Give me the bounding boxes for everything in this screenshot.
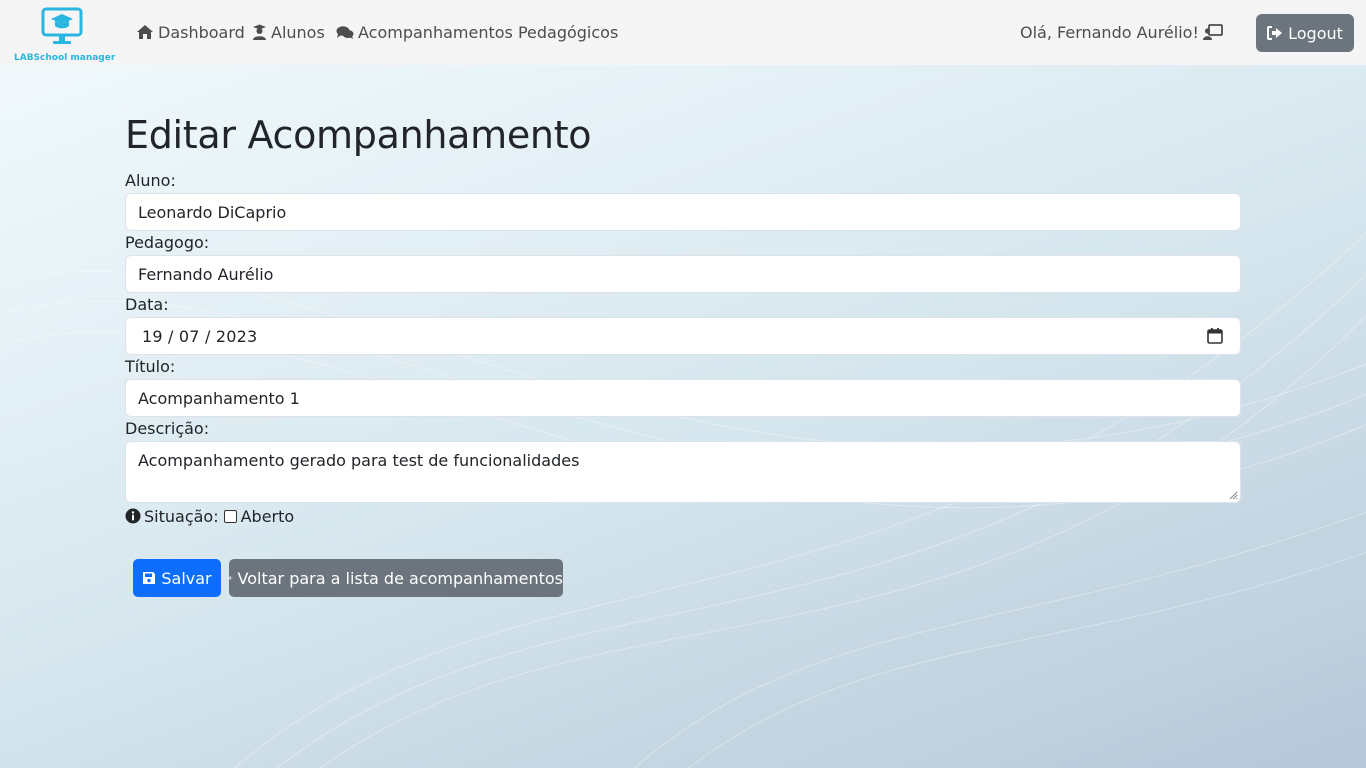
pedagogo-label: Pedagogo: bbox=[125, 233, 210, 252]
nav-alunos[interactable]: Alunos bbox=[252, 21, 325, 43]
aluno-label: Aluno: bbox=[125, 171, 176, 190]
situacao-checkbox[interactable] bbox=[223, 509, 237, 523]
info-circle-icon bbox=[125, 508, 141, 524]
comments-icon bbox=[336, 25, 354, 39]
brand-logo-link[interactable]: LABSchool manager bbox=[14, 5, 116, 63]
back-to-list-button[interactable]: Voltar para a lista de acompanhamentos bbox=[229, 559, 563, 597]
logout-button[interactable]: Logout bbox=[1256, 14, 1354, 52]
situacao-option-label[interactable]: Aberto bbox=[241, 507, 295, 526]
resize-handle-icon[interactable] bbox=[1229, 491, 1238, 500]
nav-alunos-label: Alunos bbox=[271, 22, 325, 42]
pedagogo-value: Fernando Aurélio bbox=[138, 264, 274, 284]
back-label: Voltar para a lista de acompanhamentos bbox=[237, 568, 563, 588]
brand-name: LABSchool manager bbox=[14, 53, 116, 63]
nav-dashboard[interactable]: Dashboard bbox=[136, 21, 245, 43]
calendar-icon[interactable] bbox=[1207, 327, 1223, 344]
chalkboard-user-icon bbox=[1202, 24, 1223, 40]
house-icon bbox=[137, 25, 153, 39]
aluno-field[interactable]: Leonardo DiCaprio bbox=[125, 193, 1241, 231]
navbar: LABSchool manager Dashboard Alunos Acomp… bbox=[0, 0, 1366, 65]
titulo-value: Acompanhamento 1 bbox=[138, 388, 300, 408]
titulo-field[interactable]: Acompanhamento 1 bbox=[125, 379, 1241, 417]
situacao-row: Situação: Aberto bbox=[125, 506, 294, 526]
logout-label: Logout bbox=[1288, 23, 1343, 43]
greeting-text: Olá, Fernando Aurélio! bbox=[1020, 22, 1199, 42]
pedagogo-field[interactable]: Fernando Aurélio bbox=[125, 255, 1241, 293]
laptop-graduation-cap-icon bbox=[41, 7, 83, 44]
situacao-label: Situação: bbox=[144, 506, 219, 526]
nav-acompanhamentos-label: Acompanhamentos Pedagógicos bbox=[358, 22, 619, 42]
save-label: Salvar bbox=[161, 568, 212, 588]
save-button[interactable]: Salvar bbox=[133, 559, 221, 597]
nav-acompanhamentos[interactable]: Acompanhamentos Pedagógicos bbox=[336, 21, 618, 43]
data-value: 19 / 07 / 2023 bbox=[142, 326, 258, 346]
data-label: Data: bbox=[125, 295, 169, 314]
aluno-value: Leonardo DiCaprio bbox=[138, 202, 287, 222]
floppy-disk-icon bbox=[143, 572, 156, 584]
descricao-value: Acompanhamento gerado para test de funci… bbox=[138, 451, 580, 470]
descricao-label: Descrição: bbox=[125, 419, 210, 438]
nav-dashboard-label: Dashboard bbox=[158, 22, 245, 42]
sign-out-icon bbox=[1267, 26, 1283, 40]
page-title: Editar Acompanhamento bbox=[125, 113, 592, 157]
arrow-left-icon bbox=[229, 576, 233, 580]
titulo-label: Título: bbox=[125, 357, 176, 376]
user-greeting: Olá, Fernando Aurélio! bbox=[1020, 21, 1223, 43]
descricao-textarea[interactable]: Acompanhamento gerado para test de funci… bbox=[125, 441, 1241, 503]
user-graduate-icon bbox=[253, 24, 266, 40]
data-field[interactable]: 19 / 07 / 2023 bbox=[125, 317, 1241, 355]
